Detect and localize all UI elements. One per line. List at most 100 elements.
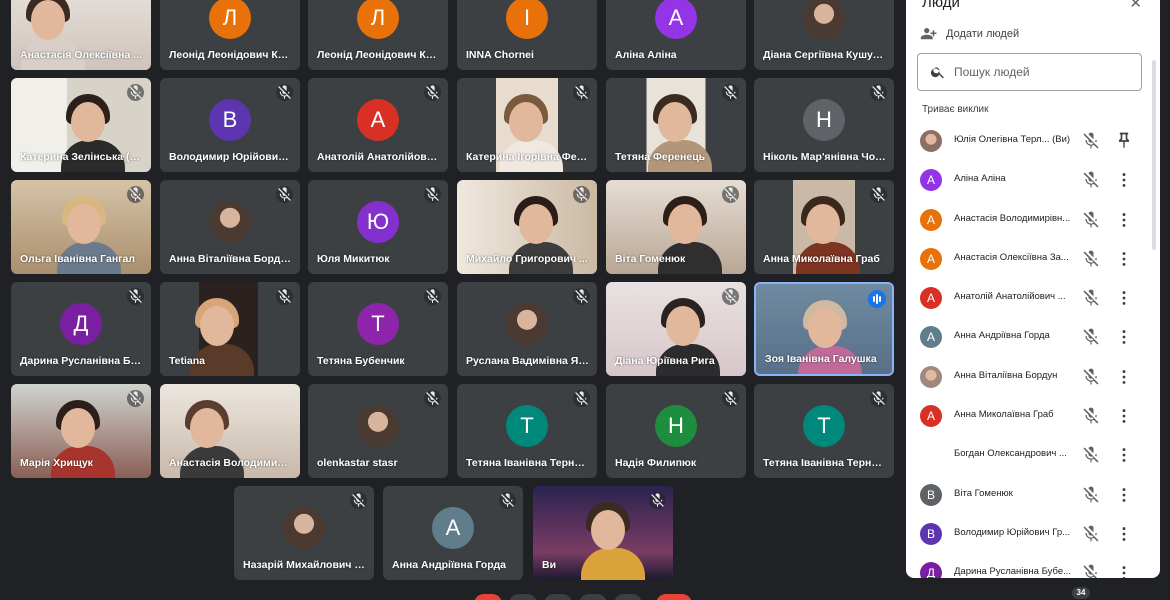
mic-off-icon [573,186,590,203]
participant-row-name-text: Анна Андріївна Горда [954,330,1050,342]
participant-row[interactable]: А Аліна Аліна [906,160,1150,199]
participant-tile[interactable]: Віта Гоменюк [606,180,746,274]
participant-tile[interactable]: Тетяна Ференець [606,78,746,172]
avatar [920,444,942,467]
participant-tile[interactable]: Катерина Ігорівна Фер... [457,78,597,172]
participant-row[interactable]: А Анна Андріївна Горда [906,317,1150,356]
participant-name: olenkastar stasr [317,457,398,469]
close-icon[interactable]: ✕ [1129,0,1142,12]
participant-row[interactable]: А Анатолій Анатолійович ... [906,278,1150,317]
mic-off-icon [649,492,666,509]
participant-tile[interactable]: А Аліна Аліна [606,0,746,70]
participant-tile[interactable]: Зоя Іванівна Галушка [754,282,894,376]
avatar: А [920,169,942,192]
participant-tile[interactable]: Діана Сергіївна Кушурб... [754,0,894,70]
avatar: I [506,0,548,39]
add-people-button[interactable]: Додати людей [920,24,1019,44]
participant-row[interactable]: Богдан Олександрович ... [906,435,1150,474]
participant-tile[interactable]: В Володимир Юрійович Г... [160,78,300,172]
person-face [61,408,95,448]
more-options-icon[interactable] [1114,367,1134,387]
participant-tile[interactable]: Марія Хрищук [11,384,151,478]
pin-icon[interactable] [1114,131,1134,151]
participant-row[interactable]: А Анастасія Володимирівн... [906,200,1150,239]
mic-off-icon [1081,249,1101,269]
participant-tile[interactable]: Руслана Вадимівна Яки... [457,282,597,376]
participant-tile[interactable]: Ольга Іванівна Гангал [11,180,151,274]
participant-tile[interactable]: А Анатолій Анатолійович ... [308,78,448,172]
participant-row-name: Анна Віталіївна Бордун [954,370,1074,381]
participant-tile[interactable]: Т Тетяна Бубенчик [308,282,448,376]
participant-row[interactable]: А Анна Миколаївна Граб [906,396,1150,435]
participant-row[interactable]: В Віта Гоменюк [906,475,1150,514]
person-face [668,204,702,244]
participant-name: Дарина Русланівна Буб... [20,355,143,367]
participant-row-name: Віта Гоменюк [954,488,1074,499]
participant-tile[interactable]: Л Леонід Леонідович Кле... [308,0,448,70]
participant-tile[interactable]: Анастасія Володимирі... [160,384,300,478]
participant-row[interactable]: Юлія Олегівна Терл... (Ви) [906,121,1150,160]
more-options-icon[interactable] [1114,445,1134,465]
people-panel: Люди ✕ Додати людей Триває виклик Юлія О… [906,0,1160,578]
participant-tile[interactable]: Ви [533,486,673,580]
participant-row[interactable]: В Володимир Юрійович Гр... [906,514,1150,553]
mic-toggle-button[interactable] [474,594,502,600]
mic-off-icon [722,186,739,203]
panel-scrollbar[interactable] [1152,60,1156,250]
avatar: А [920,208,942,231]
participant-tile[interactable]: Tetiana [160,282,300,376]
participant-name: Володимир Юрійович Г... [169,151,292,163]
more-options-icon[interactable] [1114,170,1134,190]
participant-tile[interactable]: Т Тетяна Іванівна Тернове... [754,384,894,478]
participant-tile[interactable]: Н Надія Филипюк [606,384,746,478]
participant-row[interactable]: Д Дарина Русланівна Бубе... [906,553,1150,578]
person-add-icon [920,28,937,40]
camera-toggle-button[interactable] [509,594,537,600]
participant-tile[interactable]: Ю Юля Микитюк [308,180,448,274]
search-icon [930,67,944,79]
participant-tile[interactable]: I INNA Chornei [457,0,597,70]
participant-tile[interactable]: Анна Віталіївна Бордун [160,180,300,274]
participant-tile[interactable]: Катерина Зелінська (С... [11,78,151,172]
participant-tile[interactable]: А Анна Андріївна Горда [383,486,523,580]
participant-tile[interactable]: olenkastar stasr [308,384,448,478]
mic-off-icon [127,84,144,101]
more-options-icon[interactable] [1114,406,1134,426]
mic-off-icon [870,84,887,101]
mic-off-icon [722,390,739,407]
participant-tile[interactable]: Анастасія Олексіївна ... [11,0,151,70]
participant-tile[interactable]: Н Ніколь Мар'янівна Чорн... [754,78,894,172]
participant-tile[interactable]: Михайло Григорович ... [457,180,597,274]
more-options-icon[interactable] [1114,524,1134,544]
more-options-icon[interactable] [1114,249,1134,269]
participant-name: Катерина Ігорівна Фер... [466,151,589,163]
participant-tile[interactable]: Д Дарина Русланівна Буб... [11,282,151,376]
person-face [67,204,101,244]
present-button[interactable] [614,594,642,600]
participant-tile[interactable]: Анна Миколаївна Граб [754,180,894,274]
end-call-button[interactable] [656,594,692,600]
more-options-icon[interactable] [1114,327,1134,347]
more-options-icon[interactable] [1114,563,1134,578]
participant-row-name: Юлія Олегівна Терл... (Ви) [954,134,1082,145]
more-options-icon[interactable] [1114,210,1134,230]
participant-tile[interactable]: Т Тетяна Іванівна Тернове... [457,384,597,478]
avatar: Н [655,405,697,447]
more-options-icon[interactable] [1114,485,1134,505]
mic-off-icon [424,186,441,203]
mic-off-icon [1081,524,1101,544]
participant-tile[interactable]: Назарій Михайлович Хр... [234,486,374,580]
participant-row-name: Анна Андріївна Горда [954,330,1074,341]
search-input[interactable] [954,65,1124,79]
participant-name: Ніколь Мар'янівна Чорн... [763,151,886,163]
participant-tile[interactable]: Діана Юріївна Рига [606,282,746,376]
mic-off-icon [1081,406,1101,426]
search-box[interactable] [917,53,1142,91]
participant-row[interactable]: А Анастасія Олексіївна За... [906,239,1150,278]
raise-hand-button[interactable] [579,594,607,600]
captions-button[interactable] [544,594,572,600]
participant-tile[interactable]: Л Леонід Леонідович Кле... [160,0,300,70]
participant-name: Тетяна Іванівна Тернове... [763,457,886,469]
participant-row[interactable]: Анна Віталіївна Бордун [906,357,1150,396]
more-options-icon[interactable] [1114,288,1134,308]
